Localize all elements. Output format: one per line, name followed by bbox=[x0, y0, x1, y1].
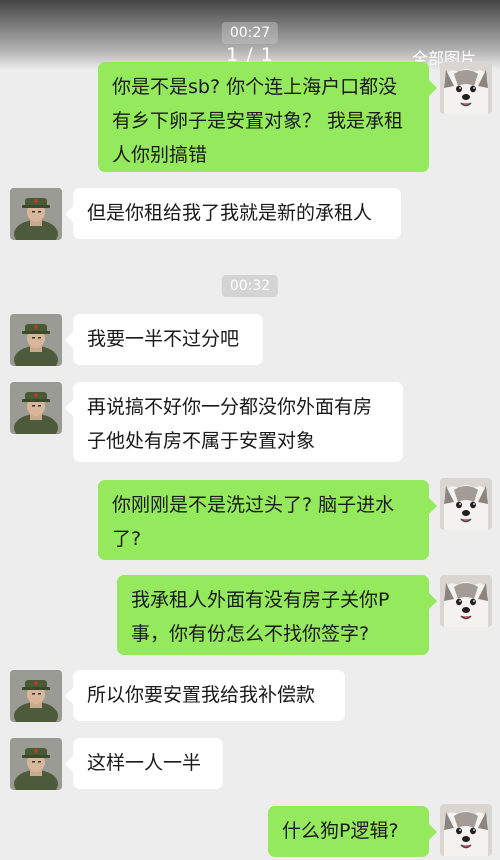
message-bubble-received[interactable]: 我要一半不过分吧 bbox=[65, 314, 263, 365]
message-bubble-sent[interactable]: 我承租人外面有没有房子关你P事，你有份怎么不找你签字? bbox=[117, 575, 437, 655]
message-bubble-received[interactable]: 这样一人一半 bbox=[65, 738, 223, 789]
dog-avatar[interactable] bbox=[440, 478, 492, 530]
message-bubble-received[interactable]: 但是你租给我了我就是新的承租人 bbox=[65, 188, 401, 239]
message-bubble-sent[interactable]: 什么狗P逻辑? bbox=[268, 806, 437, 857]
soldier-avatar[interactable] bbox=[10, 314, 62, 366]
soldier-avatar[interactable] bbox=[10, 382, 62, 434]
soldier-avatar[interactable] bbox=[10, 670, 62, 722]
timestamp-label: 00:32 bbox=[221, 275, 279, 297]
soldier-avatar[interactable] bbox=[10, 188, 62, 240]
timestamp-top: 00:27 bbox=[221, 22, 279, 44]
message-bubble-sent[interactable]: 你刚刚是不是洗过头了? 脑子进水了? bbox=[98, 480, 437, 560]
dog-avatar[interactable] bbox=[440, 62, 492, 114]
message-bubble-received[interactable]: 再说搞不好你一分都没你外面有房子他处有房不属于安置对象 bbox=[65, 382, 403, 462]
dog-avatar[interactable] bbox=[440, 575, 492, 627]
message-bubble-sent[interactable]: 你是不是sb? 你个连上海户口都没有乡下卵子是安置对象？ 我是承租人你别搞错 bbox=[98, 62, 437, 172]
soldier-avatar[interactable] bbox=[10, 738, 62, 790]
message-bubble-received[interactable]: 所以你要安置我给我补偿款 bbox=[65, 670, 345, 721]
dog-avatar[interactable] bbox=[440, 804, 492, 856]
